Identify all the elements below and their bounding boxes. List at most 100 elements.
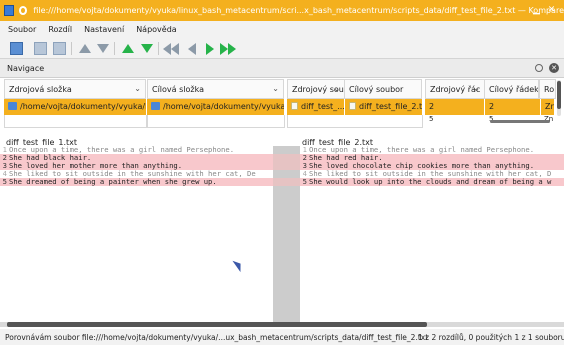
status-message: Porovnávám soubor file:///home/vojta/dok…: [5, 333, 429, 342]
column-extra[interactable]: Ro: [539, 79, 556, 99]
scrollbar-thumb[interactable]: [7, 322, 427, 327]
column-source-line[interactable]: Zdrojový řác ⌄: [425, 79, 485, 99]
right-line-1[interactable]: 1 Once upon a time, there was a girl name…: [300, 146, 564, 154]
empty-file-row: [287, 115, 423, 128]
diff-connector-band: [273, 178, 300, 186]
selected-source-line[interactable]: 2: [425, 99, 485, 115]
right-line-5[interactable]: 5 She would look up into the clouds and d…: [300, 178, 564, 186]
selected-extra[interactable]: Zn: [541, 99, 555, 115]
navigation-vertical-scrollbar[interactable]: [557, 80, 561, 116]
line-number: 2: [302, 154, 307, 162]
title-bar: file:///home/vojta/dokumenty/vyuka/linux…: [0, 0, 564, 21]
menu-napoveda[interactable]: Nápověda: [136, 25, 177, 34]
selected-dest-file[interactable]: diff_test_file_2.txt: [345, 99, 423, 115]
scrollbar-thumb[interactable]: [557, 81, 561, 109]
navigation-horizontal-scrollbar[interactable]: [490, 120, 550, 123]
selected-source-folder[interactable]: /home/vojta/dokumenty/vyuka/l...: [4, 99, 147, 115]
next-difference-icon[interactable]: [140, 42, 153, 55]
column-label: Zdrojová složka: [9, 85, 72, 94]
close-window-button[interactable]: ✕: [546, 5, 557, 16]
float-panel-icon[interactable]: [535, 64, 543, 72]
chevron-down-icon: ⌄: [333, 84, 340, 93]
cell-text: /home/vojta/dokumenty/vyuka/l...: [20, 102, 147, 111]
line-number: 4: [2, 170, 7, 178]
cell-text: diff_test_...: [301, 102, 345, 111]
column-dest-folder[interactable]: Cílová složka ⌄: [147, 79, 284, 99]
right-line-3[interactable]: 3 She loved chocolate chip cookies more t…: [300, 162, 564, 170]
status-counts: 1 z 2 rozdílů, 0 použitých 1 z 1 souboru: [418, 333, 564, 342]
last-icon[interactable]: [219, 42, 236, 55]
line-text: She had black hair.: [9, 154, 92, 162]
line-text: She had red hair.: [309, 154, 383, 162]
first-difference-icon[interactable]: [162, 42, 179, 55]
save-disk-icon[interactable]: [34, 42, 47, 55]
selected-dest-folder[interactable]: /home/vojta/dokumenty/vyuka/l...: [147, 99, 285, 115]
right-line-4[interactable]: 4 She liked to sit outside in the sunshin…: [300, 170, 564, 178]
selected-dest-line[interactable]: 2: [485, 99, 541, 115]
left-line-5[interactable]: 5 She dreamed of being a painter when she…: [0, 178, 273, 186]
document-icon: [349, 102, 356, 110]
column-label: Cílový soubor: [349, 85, 404, 94]
toolbar-separator: [158, 42, 159, 55]
diff-connector-gutter: [273, 146, 300, 322]
line-text: She would look up into the clouds and dr…: [309, 178, 552, 186]
document-icon: [291, 102, 298, 110]
line-number: 3: [302, 162, 307, 170]
left-line-2[interactable]: 2 She had black hair.: [0, 154, 273, 162]
left-line-3[interactable]: 3 She loved her mother more than anything…: [0, 162, 273, 170]
line-number: 5: [302, 178, 307, 186]
column-source-folder[interactable]: Zdrojová složka ⌄: [4, 79, 146, 99]
navigation-panel: Zdrojová složka ⌄ Cílová složka ⌄ Zdrojo…: [0, 78, 564, 130]
toolbar: [0, 38, 564, 59]
line-number: 1: [302, 146, 307, 154]
menu-bar: Soubor Rozdíl Nastavení Nápověda: [0, 21, 564, 38]
right-line-2[interactable]: 2 She had red hair.: [300, 154, 564, 162]
window-title: file:///home/vojta/dokumenty/vyuka/linux…: [33, 6, 564, 15]
previous-difference-icon[interactable]: [121, 42, 134, 55]
menu-rozdil[interactable]: Rozdíl: [48, 25, 72, 34]
line-number: 2: [2, 154, 7, 162]
line-text: Once upon a time, there was a girl named…: [9, 146, 235, 154]
column-source-file[interactable]: Zdrojový sou ⌄: [287, 79, 345, 99]
save-all-icon[interactable]: [53, 42, 66, 55]
menu-nastaveni[interactable]: Nastavení: [84, 25, 124, 34]
cell-text: /home/vojta/dokumenty/vyuka/l...: [163, 102, 285, 111]
right-text-pane[interactable]: 1 Once upon a time, there was a girl name…: [300, 146, 564, 322]
status-bar: Porovnávám soubor file:///home/vojta/dok…: [0, 329, 564, 345]
left-line-1[interactable]: 1 Once upon a time, there was a girl name…: [0, 146, 273, 154]
kompare-app-icon: [4, 5, 14, 16]
line-text: She liked to sit outside in the sunshine…: [309, 170, 552, 178]
save-icon[interactable]: [10, 42, 23, 55]
menu-soubor[interactable]: Soubor: [8, 25, 36, 34]
line-number: 4: [302, 170, 307, 178]
next-file-icon[interactable]: [96, 42, 109, 55]
folder-icon: [8, 102, 17, 110]
column-dest-file[interactable]: Cílový soubor: [344, 79, 422, 99]
navigation-title: Navigace: [7, 64, 45, 73]
line-text: She dreamed of being a painter when she …: [9, 178, 217, 186]
pin-icon[interactable]: [18, 6, 28, 15]
toolbar-separator: [114, 42, 115, 55]
previous-file-icon[interactable]: [78, 42, 91, 55]
line-number: 3: [2, 162, 7, 170]
close-panel-icon[interactable]: ✕: [549, 63, 559, 73]
column-label: Cílový řádek: [489, 85, 539, 94]
next-icon[interactable]: [203, 42, 216, 55]
horizontal-scrollbar[interactable]: [0, 322, 564, 327]
column-dest-line[interactable]: Cílový řádek: [484, 79, 539, 99]
chevron-down-icon: ⌄: [473, 84, 480, 93]
column-label: Cílová složka: [152, 85, 204, 94]
previous-icon[interactable]: [185, 42, 198, 55]
navigation-panel-header: Navigace ✕: [0, 59, 564, 78]
toolbar-separator: [71, 42, 72, 55]
selected-source-file[interactable]: diff_test_...: [287, 99, 345, 115]
minimize-button[interactable]: ▁: [531, 5, 542, 16]
left-line-4[interactable]: 4 She liked to sit outside in the sunshin…: [0, 170, 273, 178]
column-label: Ro: [544, 85, 555, 94]
chevron-down-icon: ⌄: [134, 84, 141, 93]
line-number: 5: [2, 178, 7, 186]
folder-icon: [151, 102, 160, 110]
diff-connector-band: [273, 154, 300, 170]
left-text-pane[interactable]: 1 Once upon a time, there was a girl name…: [0, 146, 273, 322]
partial-source-line[interactable]: 5: [429, 115, 433, 123]
